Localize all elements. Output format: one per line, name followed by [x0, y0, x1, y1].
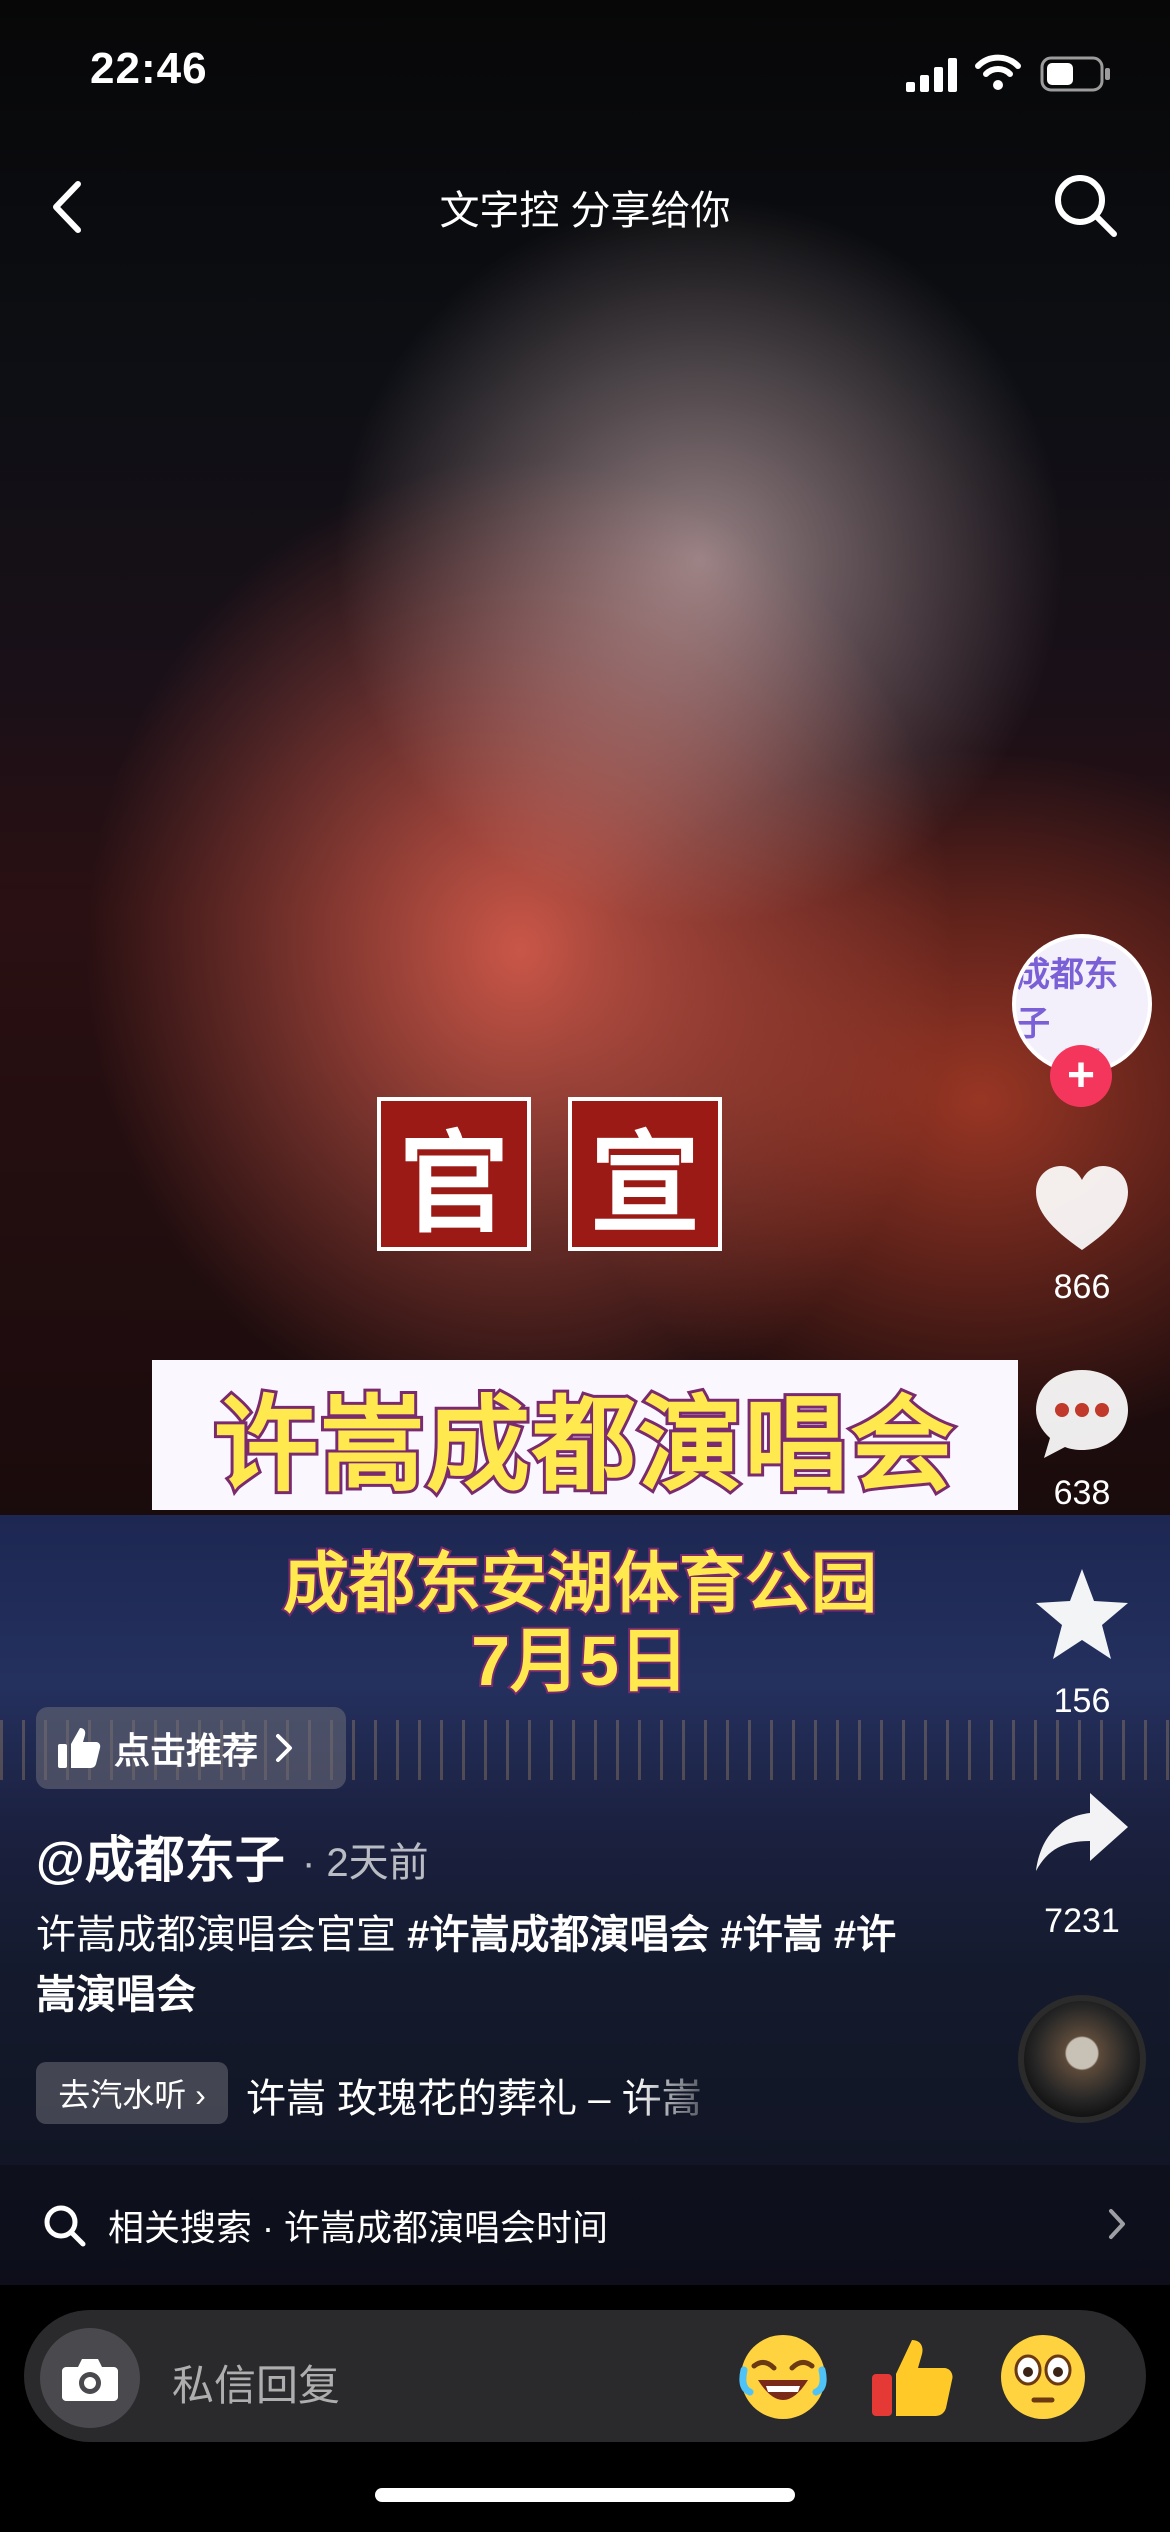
stamp-xuan: 宣: [568, 1097, 722, 1251]
search-icon: [44, 2205, 86, 2247]
listen-in-qishui-button[interactable]: 去汽水听 ›: [36, 2062, 228, 2124]
plus-icon: +: [1066, 1049, 1096, 1102]
heart-icon[interactable]: [1030, 1158, 1134, 1262]
concert-title-banner: 许嵩成都演唱会: [152, 1360, 1018, 1510]
share-count: 7231: [1044, 1902, 1120, 1940]
camera-button[interactable]: [40, 2328, 140, 2428]
date-text: 7月5日: [469, 1620, 691, 1702]
post-caption: 许嵩成都演唱会官宣 #许嵩成都演唱会 #许嵩 #许嵩演唱会: [36, 1905, 916, 2025]
chevron-right-icon: [1109, 2209, 1125, 2239]
hashtag[interactable]: #许嵩: [721, 1913, 823, 1957]
camera-icon: [62, 2359, 118, 2401]
laughing-emoji[interactable]: [736, 2330, 830, 2424]
hashtag[interactable]: #许嵩成都演唱会: [407, 1913, 709, 1957]
back-icon[interactable]: [40, 172, 100, 242]
comment-count: 638: [1053, 1474, 1111, 1512]
caption-text: 许嵩成都演唱会官宣: [36, 1913, 408, 1957]
music-disc[interactable]: [1018, 1995, 1146, 2123]
post-time: · 2天前: [302, 1841, 429, 1885]
comment-icon[interactable]: [1030, 1362, 1134, 1466]
favorite-count: 156: [1053, 1682, 1111, 1720]
share-icon[interactable]: [1030, 1783, 1134, 1887]
search-icon[interactable]: [1050, 170, 1120, 240]
surprised-emoji[interactable]: [996, 2330, 1090, 2424]
related-search-text: 相关搜索 · 许嵩成都演唱会时间: [108, 2207, 608, 2248]
stamp-guan: 官: [377, 1097, 531, 1251]
music-title-marquee[interactable]: 许嵩 玫瑰花的葬礼 – 许嵩: [246, 2066, 730, 2124]
status-time: 22:46: [90, 44, 208, 93]
avatar-main-text: 成都东子: [1016, 955, 1118, 1043]
star-icon[interactable]: [1030, 1563, 1134, 1667]
thumbs-up-emoji[interactable]: [864, 2330, 958, 2424]
battery-icon: [1040, 56, 1110, 92]
header-title: 文字控 分享给你: [439, 189, 731, 233]
author-name[interactable]: @成都东子: [36, 1820, 285, 1892]
chevron-right-icon: [276, 1734, 293, 1762]
follow-button[interactable]: +: [1050, 1045, 1112, 1107]
like-count: 866: [1053, 1268, 1111, 1306]
stamp-char: 宣: [590, 1119, 700, 1248]
wifi-icon: [975, 54, 1021, 90]
signal-icon: [906, 58, 957, 92]
recommend-button[interactable]: 点击推荐: [36, 1707, 346, 1789]
concert-title: 许嵩成都演唱会: [211, 1385, 957, 1507]
home-indicator[interactable]: [375, 2488, 795, 2502]
thumbs-up-icon: [58, 1728, 101, 1768]
related-search-bar[interactable]: 相关搜索 · 许嵩成都演唱会时间: [0, 2165, 1170, 2285]
recommend-label: 点击推荐: [114, 1730, 259, 1771]
reply-input[interactable]: 私信回复: [172, 2352, 340, 2413]
stamp-char: 官: [399, 1119, 509, 1248]
